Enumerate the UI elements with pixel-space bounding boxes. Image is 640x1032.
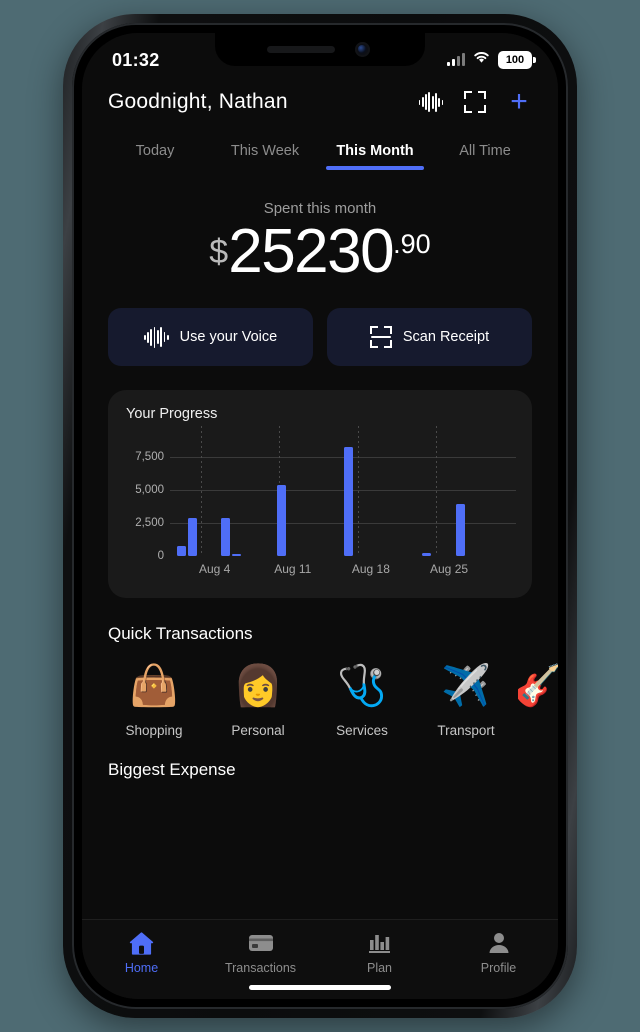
chart-bar — [176, 545, 186, 557]
chart-x-tick-label: Aug 25 — [430, 562, 469, 577]
chart-vertical-gridline — [435, 426, 437, 557]
spent-amount: $ 25230 .90 — [82, 219, 558, 284]
shopping-bag-icon: 👜 — [129, 664, 179, 709]
app-root: 01:32 100 Goodnight, Nathan + Today This… — [82, 33, 558, 999]
phone-bezel: 01:32 100 Goodnight, Nathan + Today This… — [72, 23, 568, 1009]
home-indicator[interactable] — [249, 985, 391, 990]
chart-y-tick-label: 7,500 — [135, 451, 164, 464]
chart-vertical-gridline — [201, 426, 203, 557]
nav-item-plan[interactable]: Plan — [320, 930, 439, 975]
status-indicators: 100 — [447, 51, 536, 69]
bar-chart-icon — [368, 930, 392, 956]
tab-all-time[interactable]: All Time — [430, 143, 540, 170]
quick-transaction-transport[interactable]: ✈️ Transport — [414, 658, 518, 738]
credit-card-icon — [248, 930, 274, 956]
chart-bar — [221, 517, 231, 557]
quick-transaction-label: Personal — [231, 723, 285, 739]
period-tabs: Today This Week This Month All Time — [82, 143, 558, 170]
chart-x-tick-label: Aug 11 — [274, 562, 312, 577]
chart-x-tick-label: Aug 4 — [198, 562, 231, 577]
chart-bar — [277, 484, 287, 557]
nav-item-home[interactable]: Home — [82, 930, 201, 975]
currency-symbol: $ — [209, 233, 229, 271]
tab-this-week[interactable]: This Week — [210, 143, 320, 170]
scan-receipt-button[interactable]: Scan Receipt — [327, 308, 532, 367]
quick-transaction-personal[interactable]: 👩 Personal — [206, 658, 310, 738]
cellular-signal-icon — [447, 53, 465, 66]
chart-x-axis: Aug 4 Aug 11 Aug 18 Aug 25 — [170, 562, 516, 582]
status-clock: 01:32 — [112, 49, 160, 70]
scan-receipt-icon[interactable] — [462, 89, 488, 115]
use-your-voice-label: Use your Voice — [179, 329, 278, 346]
tab-this-month[interactable]: This Month — [320, 143, 430, 170]
phone-frame: 01:32 100 Goodnight, Nathan + Today This… — [63, 14, 577, 1018]
scan-frame — [464, 91, 486, 113]
person-icon — [488, 930, 510, 956]
amount-integer: 25230 — [228, 217, 394, 286]
nav-item-profile[interactable]: Profile — [439, 930, 558, 975]
quick-action-buttons: Use your Voice Scan Receipt — [82, 308, 558, 367]
earpiece-speaker-icon — [267, 46, 335, 53]
quick-transactions-list: 👜 Shopping 👩 Personal 🩺 Services ✈️ Tran… — [82, 644, 558, 738]
chart-gridline — [170, 490, 516, 492]
chart-plot-area — [170, 426, 516, 557]
chart-x-tick-label: Aug 18 — [351, 562, 390, 577]
scan-receipt-icon — [369, 326, 392, 349]
amount-decimal: .90 — [393, 229, 431, 259]
person-avatar-icon: 👩 — [233, 664, 283, 709]
spent-label: Spent this month — [263, 200, 377, 217]
nav-label: Profile — [480, 961, 517, 975]
chart-y-axis: 0 2,500 5,000 7,500 — [122, 440, 168, 562]
quick-transaction-label: Services — [336, 723, 388, 739]
progress-card[interactable]: Your Progress 0 2,500 5,000 7,500 Aug 4 Aug … — [108, 390, 532, 599]
quick-transactions-title: Quick Transactions — [108, 624, 253, 644]
home-icon — [129, 930, 154, 956]
plus-icon[interactable]: + — [506, 87, 532, 117]
chart-gridline — [170, 457, 516, 459]
chart-vertical-gridline — [357, 426, 359, 557]
phone-screen: 01:32 100 Goodnight, Nathan + Today This… — [82, 33, 558, 999]
quick-transaction-partial[interactable]: 🎸 — [518, 658, 558, 738]
battery-level-label: 100 — [505, 54, 525, 66]
quick-transaction-services[interactable]: 🩺 Services — [310, 658, 414, 738]
chart-bar — [422, 553, 432, 557]
front-camera-icon — [355, 42, 370, 57]
chart-y-tick-label: 2,500 — [135, 517, 164, 530]
voice-waveform-icon — [143, 326, 169, 348]
medical-services-icon: 🩺 — [337, 664, 387, 709]
nav-label: Plan — [366, 961, 393, 975]
battery-icon: 100 — [498, 51, 536, 69]
scan-receipt-label: Scan Receipt — [402, 329, 490, 346]
scene: 01:32 100 Goodnight, Nathan + Today This… — [0, 0, 640, 1032]
nav-item-transactions[interactable]: Transactions — [201, 930, 320, 975]
wifi-icon — [473, 51, 490, 69]
voice-waveform-icon[interactable] — [418, 89, 444, 115]
greeting-title: Goodnight, Nathan — [108, 90, 288, 113]
bar-chart: 0 2,500 5,000 7,500 Aug 4 Aug 11 Aug 18 Aug 25 — [122, 426, 518, 586]
tab-today[interactable]: Today — [100, 143, 210, 170]
nav-label: Transactions — [224, 961, 297, 975]
chart-bar — [187, 517, 197, 557]
chart-y-tick-label: 5,000 — [135, 484, 164, 497]
biggest-expense-title: Biggest Expense — [108, 760, 236, 780]
use-your-voice-button[interactable]: Use your Voice — [108, 308, 313, 367]
chart-bar — [232, 554, 242, 557]
chart-bar — [455, 504, 465, 557]
header-actions: + — [418, 87, 532, 117]
airplane-icon: ✈️ — [441, 664, 491, 709]
chart-y-tick-label: 0 — [157, 550, 164, 563]
chart-bar — [344, 446, 354, 557]
quick-transaction-shopping[interactable]: 👜 Shopping — [102, 658, 206, 738]
notch — [215, 33, 425, 66]
nav-label: Home — [124, 961, 159, 975]
quick-transaction-label: Transport — [437, 723, 495, 739]
waveform-bars — [418, 92, 444, 112]
partial-item-icon: 🎸 — [518, 664, 558, 709]
progress-card-title: Your Progress — [126, 406, 218, 423]
quick-transaction-label: Shopping — [125, 723, 183, 739]
